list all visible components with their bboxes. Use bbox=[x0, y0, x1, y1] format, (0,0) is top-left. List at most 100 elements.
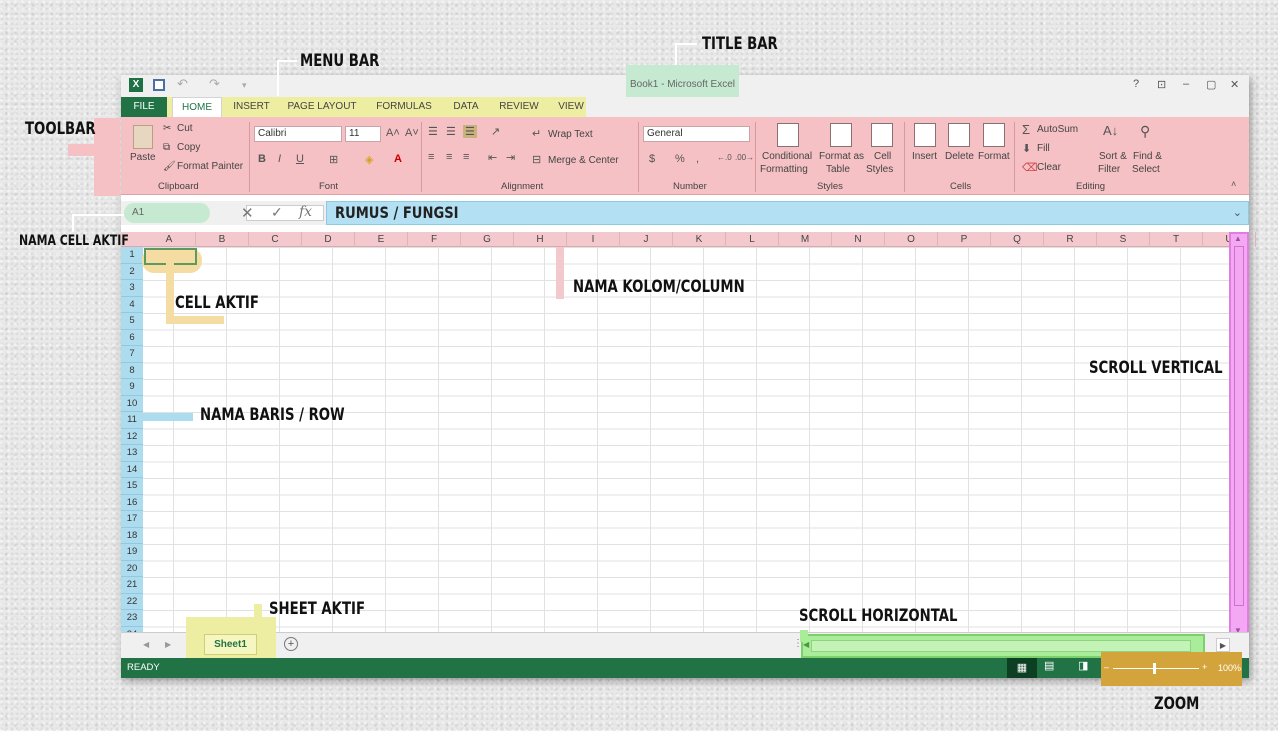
decrease-decimal-icon[interactable]: .00→ bbox=[735, 153, 754, 162]
binoculars-icon[interactable]: ⚲ bbox=[1140, 123, 1150, 140]
row-header[interactable]: 17 bbox=[121, 511, 143, 528]
prev-sheet-icon[interactable]: ◀ bbox=[143, 640, 149, 649]
tab-review[interactable]: REVIEW bbox=[496, 97, 542, 117]
scroll-up-icon[interactable]: ▲ bbox=[1234, 234, 1242, 243]
column-header[interactable]: E bbox=[355, 232, 408, 247]
fill-icon[interactable]: ⬇ bbox=[1022, 142, 1031, 155]
cell-styles-icon[interactable] bbox=[871, 123, 893, 147]
tab-file[interactable]: FILE bbox=[121, 97, 167, 117]
format-painter-icon[interactable]: 🖌 bbox=[163, 161, 176, 172]
copy-button[interactable]: Copy bbox=[177, 142, 200, 153]
shrink-font-icon[interactable]: A˅ bbox=[405, 127, 419, 139]
font-name-select[interactable]: Calibri bbox=[254, 126, 342, 142]
tab-page-layout[interactable]: PAGE LAYOUT bbox=[284, 97, 360, 117]
comma-button[interactable]: , bbox=[696, 153, 699, 165]
column-header[interactable]: M bbox=[779, 232, 832, 247]
font-color-icon[interactable]: A bbox=[394, 153, 402, 165]
sort-filter-label2[interactable]: Filter bbox=[1098, 164, 1120, 175]
sort-filter-icon[interactable]: A↓ bbox=[1103, 123, 1118, 138]
sort-filter-label[interactable]: Sort & bbox=[1099, 151, 1127, 162]
merge-center-button[interactable]: Merge & Center bbox=[548, 155, 619, 166]
column-header[interactable]: I bbox=[567, 232, 620, 247]
save-icon[interactable] bbox=[153, 79, 165, 91]
column-header[interactable]: F bbox=[408, 232, 461, 247]
sheet-tab-active[interactable]: Sheet1 bbox=[204, 634, 257, 655]
format-cells-icon[interactable] bbox=[983, 123, 1005, 147]
column-header[interactable]: L bbox=[726, 232, 779, 247]
row-header[interactable]: 3 bbox=[121, 280, 143, 297]
row-header[interactable]: 21 bbox=[121, 577, 143, 594]
row-header[interactable]: 20 bbox=[121, 561, 143, 577]
find-select-label2[interactable]: Select bbox=[1132, 164, 1160, 175]
ribbon-display-icon[interactable]: ⊡ bbox=[1157, 78, 1166, 91]
insert-cells-button[interactable]: Insert bbox=[912, 151, 937, 162]
maximize-icon[interactable]: ▢ bbox=[1206, 78, 1216, 91]
column-header[interactable]: K bbox=[673, 232, 726, 247]
row-header[interactable]: 4 bbox=[121, 297, 143, 313]
font-size-select[interactable]: 11 bbox=[345, 126, 381, 142]
scroll-right-icon[interactable]: ▶ bbox=[1216, 638, 1230, 652]
tab-insert[interactable]: INSERT bbox=[229, 97, 274, 117]
cell-area[interactable] bbox=[143, 247, 1231, 637]
row-header[interactable]: 5 bbox=[121, 313, 143, 330]
column-header[interactable]: H bbox=[514, 232, 567, 247]
decrease-indent-icon[interactable]: ⇤ bbox=[488, 151, 497, 164]
formula-input[interactable]: RUMUS / FUNGSI ⌄ bbox=[326, 201, 1249, 225]
merge-center-icon[interactable]: ⊟ bbox=[532, 153, 541, 166]
clear-icon[interactable]: ⌫ bbox=[1022, 161, 1038, 174]
row-header[interactable]: 15 bbox=[121, 478, 143, 495]
zoom-in-icon[interactable]: + bbox=[1202, 662, 1207, 672]
column-header[interactable]: D bbox=[302, 232, 355, 247]
row-header[interactable]: 23 bbox=[121, 610, 143, 627]
orientation-icon[interactable]: ↗ bbox=[491, 125, 500, 138]
minimize-icon[interactable]: – bbox=[1183, 78, 1189, 90]
increase-indent-icon[interactable]: ⇥ bbox=[506, 151, 515, 164]
fill-button[interactable]: Fill bbox=[1037, 143, 1050, 154]
format-cells-button[interactable]: Format bbox=[978, 151, 1010, 162]
row-header[interactable]: 13 bbox=[121, 445, 143, 462]
undo-icon[interactable]: ↶ bbox=[177, 76, 188, 92]
column-header[interactable]: Q bbox=[991, 232, 1044, 247]
top-align-icon[interactable]: ☰ bbox=[428, 125, 438, 138]
percent-button[interactable]: % bbox=[675, 153, 685, 165]
column-header[interactable]: R bbox=[1044, 232, 1097, 247]
row-header[interactable]: 1 bbox=[121, 247, 143, 264]
column-header[interactable]: P bbox=[938, 232, 991, 247]
row-header[interactable]: 11 bbox=[121, 412, 143, 429]
tab-data[interactable]: DATA bbox=[446, 97, 486, 117]
tab-home[interactable]: HOME bbox=[172, 97, 222, 118]
currency-button[interactable]: $ bbox=[649, 153, 655, 165]
customize-qat-icon[interactable]: ▾ bbox=[242, 80, 247, 91]
autosum-button[interactable]: AutoSum bbox=[1037, 124, 1078, 135]
paste-button[interactable]: Paste bbox=[130, 152, 156, 163]
page-layout-view-icon[interactable]: ▤ bbox=[1044, 659, 1054, 672]
format-as-table-label[interactable]: Format as bbox=[819, 151, 864, 162]
page-break-view-icon[interactable]: ◨ bbox=[1078, 659, 1088, 672]
vertical-scrollbar[interactable]: ▲ ▼ bbox=[1229, 232, 1249, 637]
underline-icon[interactable]: U bbox=[296, 153, 304, 165]
column-header[interactable]: G bbox=[461, 232, 514, 247]
column-header[interactable]: S bbox=[1097, 232, 1150, 247]
column-header[interactable]: C bbox=[249, 232, 302, 247]
number-format-select[interactable]: General bbox=[643, 126, 750, 142]
tab-formulas[interactable]: FORMULAS bbox=[373, 97, 435, 117]
align-left-icon[interactable]: ≡ bbox=[428, 151, 434, 163]
row-header[interactable]: 9 bbox=[121, 379, 143, 396]
row-header[interactable]: 18 bbox=[121, 528, 143, 544]
row-header[interactable]: 22 bbox=[121, 594, 143, 610]
delete-cells-icon[interactable] bbox=[948, 123, 970, 147]
row-header[interactable]: 2 bbox=[121, 264, 143, 280]
format-as-table-label2[interactable]: Table bbox=[826, 164, 850, 175]
close-icon[interactable]: ✕ bbox=[1230, 78, 1239, 91]
name-box[interactable]: A1 bbox=[124, 203, 210, 223]
find-select-label[interactable]: Find & bbox=[1133, 151, 1162, 162]
expand-formula-icon[interactable]: ⌄ bbox=[1233, 206, 1242, 219]
vertical-scroll-thumb[interactable] bbox=[1234, 246, 1244, 606]
tab-view[interactable]: VIEW bbox=[553, 97, 589, 117]
align-right-icon[interactable]: ≡ bbox=[463, 151, 469, 163]
zoom-control[interactable]: – + 100% bbox=[1101, 652, 1242, 686]
column-header[interactable]: A bbox=[143, 232, 196, 247]
cancel-icon[interactable]: ✕ bbox=[241, 204, 254, 222]
column-header[interactable]: N bbox=[832, 232, 885, 247]
copy-icon[interactable]: ⧉ bbox=[163, 142, 170, 153]
